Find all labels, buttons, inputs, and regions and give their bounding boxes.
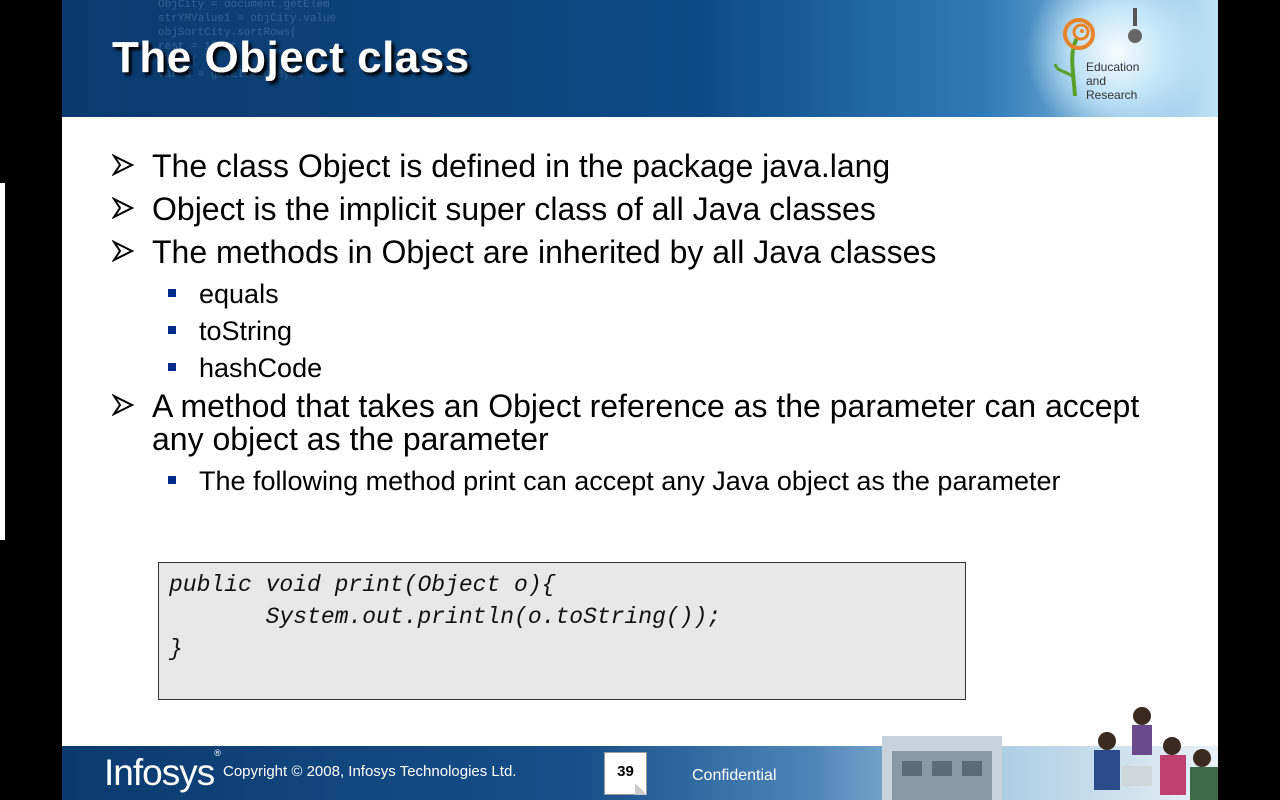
arrow-bullet-icon [112,394,134,416]
sub-bullet-text: hashCode [199,353,323,383]
code-line: } [169,636,183,662]
sub-bullet-item: hashCode [112,353,1172,383]
bullet-item: The class Object is defined in the packa… [112,150,1172,183]
left-edge-strip [0,183,5,540]
square-bullet-icon [168,363,176,371]
bullet-text: A method that takes an Object reference … [152,388,1140,457]
bullet-text: The methods in Object are inherited by a… [152,234,937,270]
bullet-text: The class Object is defined in the packa… [152,148,891,184]
slide: ObjCity = document.getElem strYMValue1 =… [62,0,1218,800]
confidential-label: Confidential [692,767,777,784]
square-bullet-icon [168,289,176,297]
square-bullet-icon [168,476,176,484]
sub-bullet-item: equals [112,279,1172,309]
bullet-item: The methods in Object are inherited by a… [112,236,1172,269]
sub-bullet-text: The following method print can accept an… [199,466,1061,496]
bullet-item: A method that takes an Object reference … [112,390,1172,456]
logo-text: Education and Research [1086,60,1140,102]
sub-bullet-item: The following method print can accept an… [112,466,1172,496]
code-line: System.out.println(o.toString()); [169,604,722,630]
arrow-bullet-icon [112,197,134,219]
slide-header: ObjCity = document.getElem strYMValue1 =… [62,0,1218,117]
slide-footer: Infosys® Copyright © 2008, Infosys Techn… [62,707,1218,800]
square-bullet-icon [168,326,176,334]
arrow-bullet-icon [112,240,134,262]
code-line: public void print(Object o){ [169,572,556,598]
page-fold-icon [635,783,647,795]
page-number: 39 [604,752,647,795]
code-block: public void print(Object o){ System.out.… [158,562,966,700]
sub-bullet-item: toString [112,316,1172,346]
bullet-list: The class Object is defined in the packa… [112,150,1172,503]
bullet-text: Object is the implicit super class of al… [152,191,876,227]
infosys-logo: Infosys® [104,747,221,793]
students-campus-photo [882,707,1218,800]
copyright-text: Copyright © 2008, Infosys Technologies L… [223,763,517,780]
arrow-bullet-icon [112,154,134,176]
bullet-item: Object is the implicit super class of al… [112,193,1172,226]
sub-bullet-text: equals [199,279,279,309]
slide-title: The Object class [112,33,470,82]
sub-bullet-text: toString [199,316,293,346]
